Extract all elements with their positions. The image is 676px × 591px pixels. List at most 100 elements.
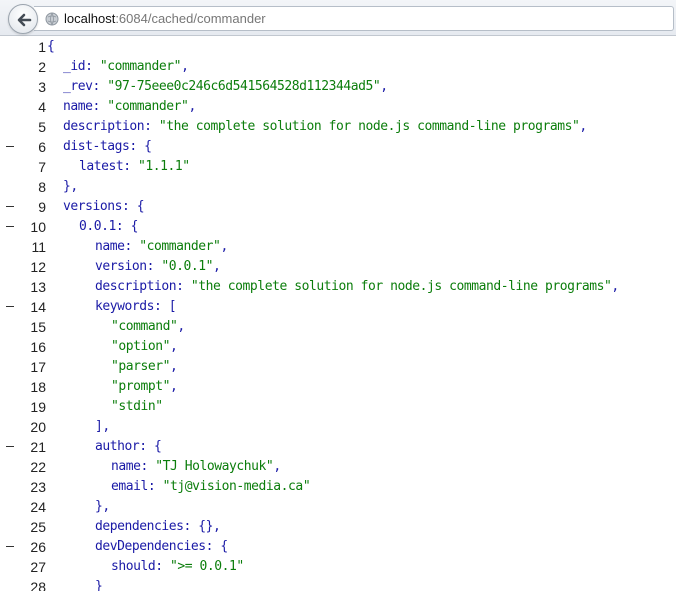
- line-number: 9: [38, 199, 46, 215]
- code-line: 28}: [0, 577, 676, 591]
- fold-toggle-icon[interactable]: [6, 146, 14, 147]
- line-number: 16: [30, 339, 46, 355]
- code-line: 10 0.0.1: {: [0, 217, 676, 237]
- json-key: devDependencies: [95, 539, 206, 554]
- json-punct: :: [176, 279, 191, 294]
- code-text: 0.0.1: {: [79, 217, 138, 237]
- json-key: description: [63, 119, 145, 134]
- code-text: author: {: [95, 437, 162, 457]
- json-punct: ,: [579, 119, 587, 134]
- address-bar[interactable]: localhost:6084/cached/commander: [34, 6, 674, 31]
- json-string: "the complete solution for node.js comma…: [158, 119, 580, 134]
- line-number: 8: [38, 179, 46, 195]
- code-text: keywords: [: [95, 297, 177, 317]
- fold-toggle-icon[interactable]: [6, 226, 14, 227]
- code-line: 23 email: "tj@vision-media.ca": [0, 477, 676, 497]
- code-line: 5 description: "the complete solution for…: [0, 117, 676, 137]
- line-number: 24: [30, 499, 46, 515]
- code-line: 11 name: "commander",: [0, 237, 676, 257]
- json-string: "option": [111, 339, 171, 354]
- code-text: _id: "commander",: [63, 57, 189, 77]
- code-line: 7 latest: "1.1.1": [0, 157, 676, 177]
- line-number: 21: [30, 439, 46, 455]
- url-text[interactable]: localhost:6084/cached/commander: [64, 11, 266, 27]
- code-line: 17 "parser",: [0, 357, 676, 377]
- code-line: 13 description: "the complete solution fo…: [0, 277, 676, 297]
- line-number: 20: [30, 419, 46, 435]
- json-string: "0.0.1": [161, 259, 214, 274]
- fold-toggle-icon[interactable]: [6, 546, 14, 547]
- code-text: "command",: [111, 317, 185, 337]
- code-line: 3 _rev: "97-75eee0c246c6d541564528d112344…: [0, 77, 676, 97]
- json-string: "1.1.1": [138, 159, 190, 174]
- back-arrow-icon: [17, 13, 32, 27]
- json-string: "tj@vision-media.ca": [162, 479, 311, 494]
- json-key: name: [63, 99, 93, 114]
- json-punct: ,: [273, 459, 281, 474]
- json-punct: ,: [213, 259, 221, 274]
- json-punct: :: [92, 99, 108, 114]
- json-punct: :: [124, 239, 140, 254]
- code-text: "option",: [111, 337, 178, 357]
- fold-toggle-icon[interactable]: [6, 306, 14, 307]
- fold-toggle-icon[interactable]: [6, 206, 14, 207]
- json-key: version: [95, 259, 147, 274]
- json-punct: ,: [170, 359, 178, 374]
- line-number: 10: [30, 219, 46, 235]
- code-text: description: "the complete solution for …: [95, 277, 619, 297]
- json-key: dist-tags: [63, 139, 130, 154]
- json-punct: :: [155, 559, 171, 574]
- code-text: name: "TJ Holowaychuk",: [111, 457, 281, 477]
- back-button[interactable]: [8, 4, 38, 34]
- url-host: localhost: [64, 11, 116, 26]
- code-text: },: [63, 177, 78, 197]
- json-punct: :: [85, 59, 100, 74]
- fold-toggle-icon[interactable]: [6, 446, 14, 447]
- code-text: versions: {: [63, 197, 145, 217]
- json-key: latest: [79, 159, 124, 174]
- json-string: "parser": [111, 359, 171, 374]
- json-string: ">= 0.0.1": [170, 559, 244, 574]
- code-line: 2 _id: "commander",: [0, 57, 676, 77]
- json-key: _rev: [63, 79, 93, 94]
- line-number: 22: [30, 459, 46, 475]
- code-text: "prompt",: [111, 377, 178, 397]
- json-string: "commander": [107, 99, 189, 114]
- json-punct: : {: [205, 539, 229, 554]
- json-punct: },: [95, 499, 110, 514]
- json-punct: : {},: [183, 519, 221, 534]
- line-number: 15: [30, 319, 46, 335]
- json-punct: {: [47, 39, 55, 54]
- line-number: 23: [30, 479, 46, 495]
- code-text: },: [95, 497, 110, 517]
- line-number: 11: [31, 239, 46, 255]
- code-line: 21 author: {: [0, 437, 676, 457]
- json-punct: :: [123, 159, 139, 174]
- json-punct: : {: [115, 219, 139, 234]
- code-line: 12 version: "0.0.1",: [0, 257, 676, 277]
- code-line: 14 keywords: [: [0, 297, 676, 317]
- json-viewer: 1{2 _id: "commander", 3 _rev: "97-75eee0c24…: [0, 37, 676, 591]
- line-number: 1: [38, 39, 46, 55]
- code-text: dist-tags: {: [63, 137, 152, 157]
- line-number: 12: [30, 259, 46, 275]
- line-number: 13: [30, 279, 46, 295]
- json-string: "command": [111, 319, 178, 334]
- json-punct: ,: [380, 79, 388, 94]
- json-punct: : {: [129, 139, 152, 154]
- code-line: 25 dependencies: {},: [0, 517, 676, 537]
- code-text: }: [95, 577, 103, 591]
- code-line: 19 "stdin": [0, 397, 676, 417]
- code-text: email: "tj@vision-media.ca": [111, 477, 311, 497]
- code-line: 24},: [0, 497, 676, 517]
- json-punct: ],: [95, 419, 110, 434]
- code-text: "parser",: [111, 357, 178, 377]
- code-text: dependencies: {},: [95, 517, 221, 537]
- json-punct: ,: [611, 279, 619, 294]
- line-number: 26: [30, 539, 46, 555]
- json-string: "commander": [99, 59, 182, 74]
- line-number: 28: [30, 579, 46, 591]
- json-key: 0.0.1: [79, 219, 116, 234]
- json-punct: ,: [177, 319, 185, 334]
- code-text: latest: "1.1.1": [79, 157, 190, 177]
